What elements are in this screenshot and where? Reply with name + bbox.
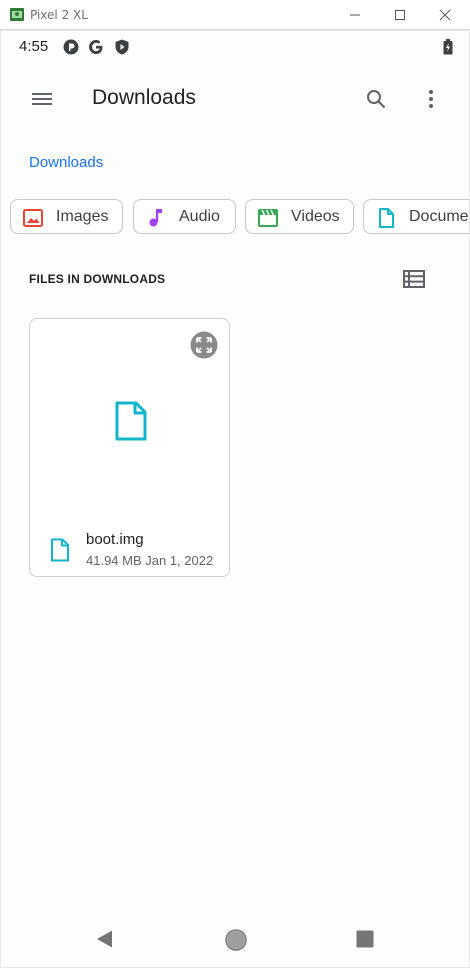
chip-label: Videos <box>291 208 340 225</box>
chip-videos[interactable]: Videos <box>245 199 354 234</box>
chip-images[interactable]: Images <box>10 199 123 234</box>
window-title: Pixel 2 XL <box>30 8 88 22</box>
chip-audio[interactable]: Audio <box>133 199 236 234</box>
chip-label: Images <box>56 208 109 225</box>
phone-screen: 4:55 Downloads Downloads Images Audio Vi… <box>1 31 469 967</box>
menu-icon[interactable] <box>29 87 55 111</box>
window-titlebar: Pixel 2 XL <box>0 0 470 30</box>
expand-preview-icon[interactable] <box>190 331 218 359</box>
category-chips: Images Audio Videos Documents <box>10 199 469 237</box>
android-emulator-icon <box>10 8 24 21</box>
recent-apps-icon[interactable] <box>356 930 374 948</box>
search-icon[interactable] <box>364 87 388 111</box>
page-title: Downloads <box>92 86 196 109</box>
chip-label: Audio <box>179 208 220 225</box>
file-card[interactable]: boot.img 41.94 MB Jan 1, 2022 <box>29 318 230 577</box>
close-icon <box>439 9 451 21</box>
system-nav-bar <box>1 915 469 965</box>
maximize-icon <box>395 10 405 20</box>
chip-documents[interactable]: Documents <box>363 199 469 234</box>
file-name: boot.img <box>86 531 144 548</box>
file-preview-icon <box>115 401 147 441</box>
music-note-icon <box>149 209 162 227</box>
shield-play-icon <box>115 39 129 55</box>
document-icon <box>379 208 394 228</box>
google-icon <box>89 40 103 54</box>
minimize-button[interactable] <box>346 6 364 24</box>
minimize-icon <box>350 14 360 16</box>
play-protect-icon <box>63 39 79 55</box>
file-meta: 41.94 MB Jan 1, 2022 <box>86 553 214 568</box>
breadcrumb[interactable]: Downloads <box>29 154 103 171</box>
home-icon[interactable] <box>225 929 247 951</box>
image-icon <box>23 209 43 227</box>
status-time: 4:55 <box>19 38 49 55</box>
status-bar: 4:55 <box>1 31 469 63</box>
close-window-button[interactable] <box>436 6 454 24</box>
section-title: FILES IN DOWNLOADS <box>29 272 166 286</box>
battery-charging-icon <box>443 39 453 55</box>
back-icon[interactable] <box>95 929 115 949</box>
movie-icon <box>258 209 278 227</box>
chip-label: Documents <box>409 208 469 225</box>
file-icon <box>51 538 69 562</box>
app-bar: Downloads <box>1 71 469 127</box>
maximize-button[interactable] <box>391 6 409 24</box>
more-options-icon[interactable] <box>419 87 443 111</box>
list-view-icon[interactable] <box>403 269 425 289</box>
